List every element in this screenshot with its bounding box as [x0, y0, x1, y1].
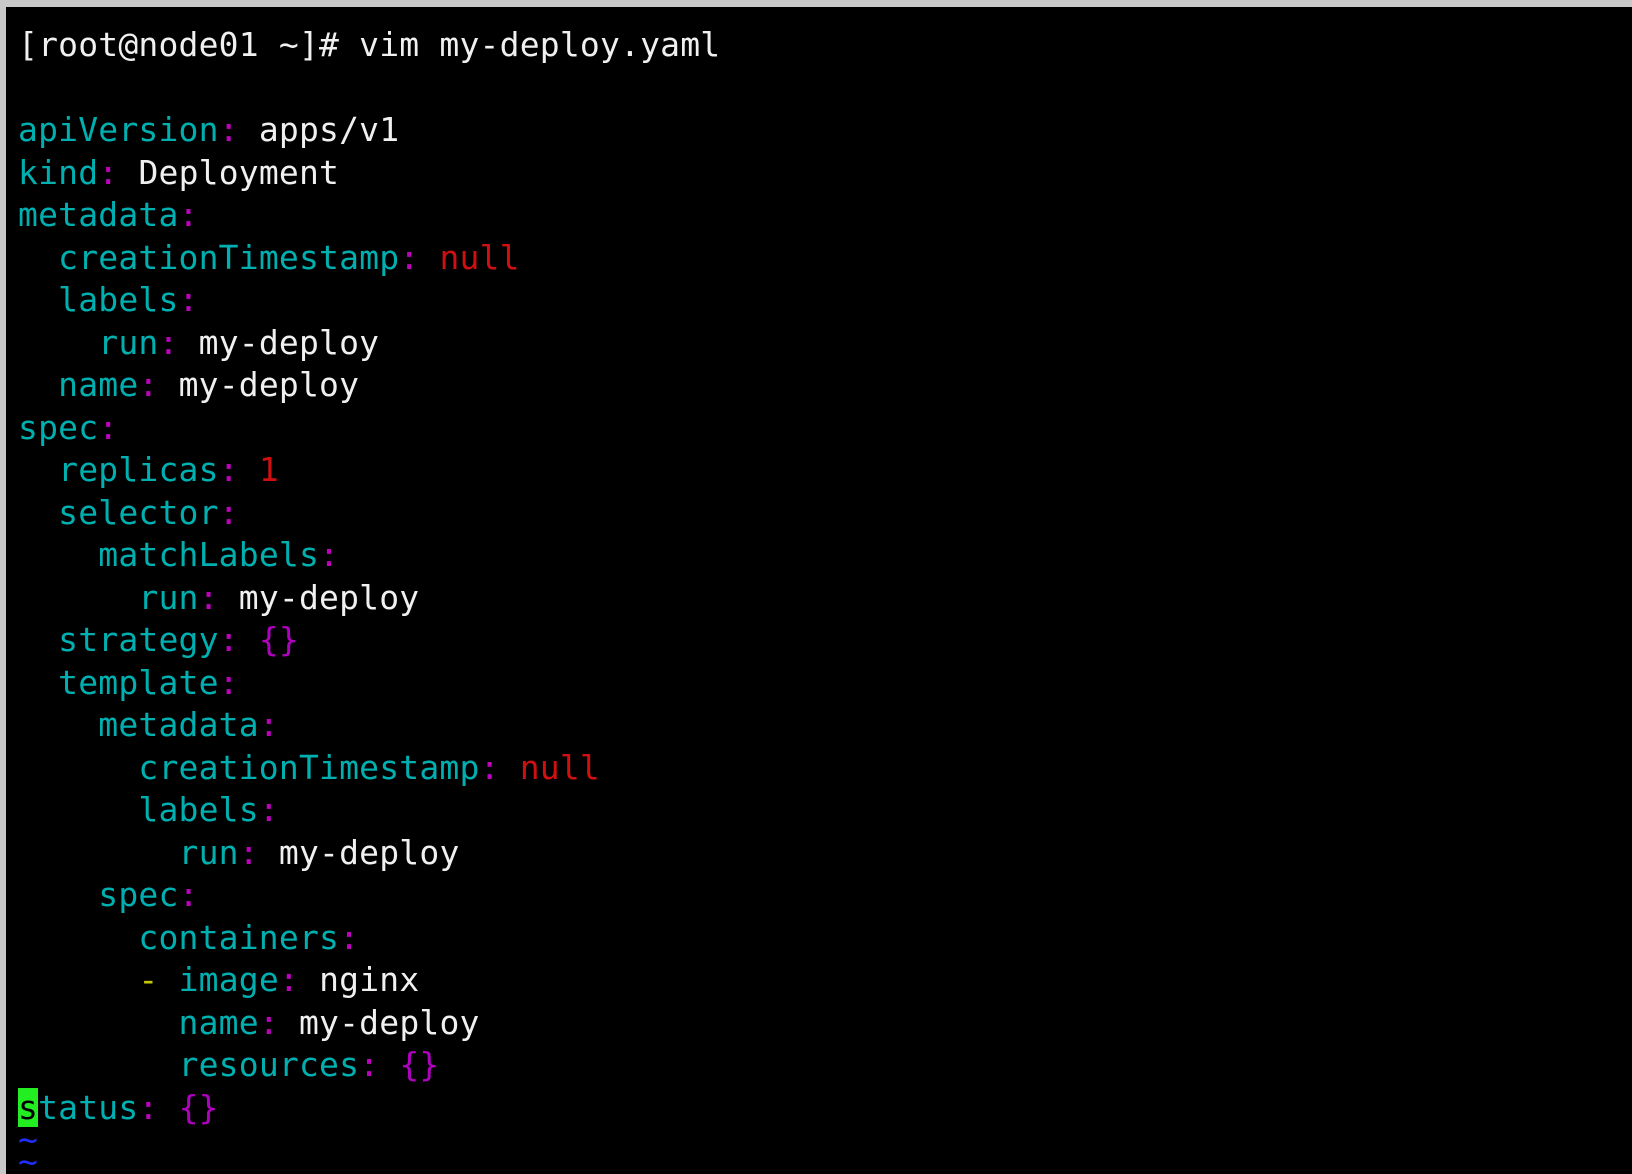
- yaml-key: name: [178, 1002, 259, 1042]
- yaml-key: spec: [18, 407, 99, 447]
- yaml-colon: :: [178, 195, 199, 234]
- yaml-line: creationTimestamp: null: [18, 747, 720, 790]
- yaml-colon: :: [218, 450, 239, 489]
- yaml-line: status: {}: [18, 1087, 720, 1130]
- yaml-key: creationTimestamp: [58, 237, 400, 277]
- yaml-line: labels:: [18, 279, 720, 322]
- yaml-value: nginx: [319, 960, 420, 999]
- empty-buffer-line: ~: [18, 1145, 720, 1174]
- yaml-key: metadata: [98, 705, 259, 744]
- empty-buffer-line: ~: [18, 1123, 720, 1156]
- yaml-key: containers: [138, 917, 340, 957]
- yaml-key: image: [178, 960, 279, 999]
- yaml-line: labels:: [18, 789, 720, 832]
- yaml-value: apps/v1: [258, 110, 400, 149]
- yaml-key: labels: [58, 280, 179, 319]
- yaml-colon: :: [218, 662, 239, 702]
- yaml-colon: :: [319, 535, 340, 574]
- yaml-line: strategy: {}: [18, 619, 720, 662]
- yaml-key: creationTimestamp: [138, 747, 480, 787]
- yaml-colon: :: [138, 365, 159, 404]
- yaml-line: - image: nginx: [18, 959, 720, 1002]
- yaml-colon: :: [238, 832, 259, 872]
- yaml-colon: :: [258, 790, 279, 829]
- yaml-colon: :: [178, 875, 199, 914]
- shell-prompt: [root@node01 ~]# vim my-deploy.yaml: [18, 25, 721, 64]
- yaml-value: my-deploy: [278, 832, 460, 872]
- yaml-key: resources: [178, 1045, 360, 1084]
- yaml-key: name: [58, 365, 139, 404]
- yaml-line: spec:: [18, 874, 720, 917]
- yaml-colon: :: [339, 917, 360, 957]
- yaml-colon: :: [399, 237, 420, 277]
- yaml-value: 1: [258, 450, 279, 489]
- yaml-line: template:: [18, 662, 720, 705]
- yaml-value: null: [439, 237, 520, 277]
- yaml-line: replicas: 1: [18, 449, 720, 492]
- yaml-colon: :: [178, 280, 199, 319]
- yaml-key: spec: [98, 875, 179, 914]
- yaml-value: {}: [258, 620, 299, 659]
- yaml-key: run: [98, 322, 159, 362]
- yaml-line: containers:: [18, 917, 720, 960]
- yaml-key: run: [138, 577, 199, 617]
- yaml-colon: :: [278, 960, 299, 999]
- yaml-line: resources: {}: [18, 1044, 720, 1087]
- yaml-colon: :: [258, 705, 279, 744]
- yaml-colon: :: [479, 747, 500, 787]
- yaml-colon: :: [359, 1045, 380, 1084]
- yaml-line: kind: Deployment: [18, 152, 720, 195]
- yaml-value: {}: [399, 1045, 440, 1084]
- yaml-line: selector:: [18, 492, 720, 535]
- yaml-colon: :: [198, 577, 219, 617]
- yaml-colon: :: [158, 322, 179, 362]
- yaml-line: run: my-deploy: [18, 322, 720, 365]
- yaml-value: my-deploy: [238, 577, 420, 617]
- yaml-value: {}: [178, 1087, 219, 1127]
- yaml-colon: :: [218, 620, 239, 659]
- yaml-value: Deployment: [138, 152, 340, 192]
- yaml-value: my-deploy: [298, 1002, 480, 1042]
- yaml-key: metadata: [18, 195, 179, 234]
- yaml-line: matchLabels:: [18, 534, 720, 577]
- vim-buffer[interactable]: [root@node01 ~]# vim my-deploy.yaml apiVe…: [18, 24, 721, 1174]
- yaml-line: name: my-deploy: [18, 1002, 720, 1045]
- yaml-colon: :: [218, 110, 239, 149]
- yaml-line: creationTimestamp: null: [18, 237, 720, 280]
- yaml-line: spec:: [18, 407, 720, 450]
- yaml-key: tatus: [38, 1087, 139, 1127]
- yaml-key: replicas: [58, 450, 219, 489]
- yaml-key: kind: [18, 152, 99, 192]
- yaml-key: strategy: [58, 620, 219, 659]
- yaml-value: null: [519, 747, 600, 787]
- yaml-key: run: [178, 832, 239, 872]
- yaml-line: name: my-deploy: [18, 364, 720, 407]
- yaml-value: my-deploy: [178, 365, 360, 404]
- yaml-key: selector: [58, 492, 219, 532]
- yaml-value: my-deploy: [198, 322, 380, 362]
- yaml-colon: :: [138, 1087, 159, 1127]
- tilde-marker: ~: [18, 1142, 39, 1174]
- yaml-line: metadata:: [18, 704, 720, 747]
- yaml-key: matchLabels: [98, 535, 320, 574]
- yaml-line: apiVersion: apps/v1: [18, 109, 720, 152]
- yaml-line: run: my-deploy: [18, 832, 720, 875]
- yaml-key: template: [58, 662, 219, 702]
- yaml-colon: :: [98, 152, 119, 192]
- yaml-colon: :: [218, 492, 239, 532]
- yaml-key: apiVersion: [18, 110, 219, 149]
- list-dash: -: [138, 960, 159, 999]
- terminal-window[interactable]: [root@node01 ~]# vim my-deploy.yaml apiVe…: [6, 7, 1632, 1174]
- yaml-line: metadata:: [18, 194, 720, 237]
- yaml-colon: :: [98, 407, 119, 447]
- yaml-key: labels: [138, 790, 259, 829]
- yaml-colon: :: [258, 1002, 279, 1042]
- yaml-line: run: my-deploy: [18, 577, 720, 620]
